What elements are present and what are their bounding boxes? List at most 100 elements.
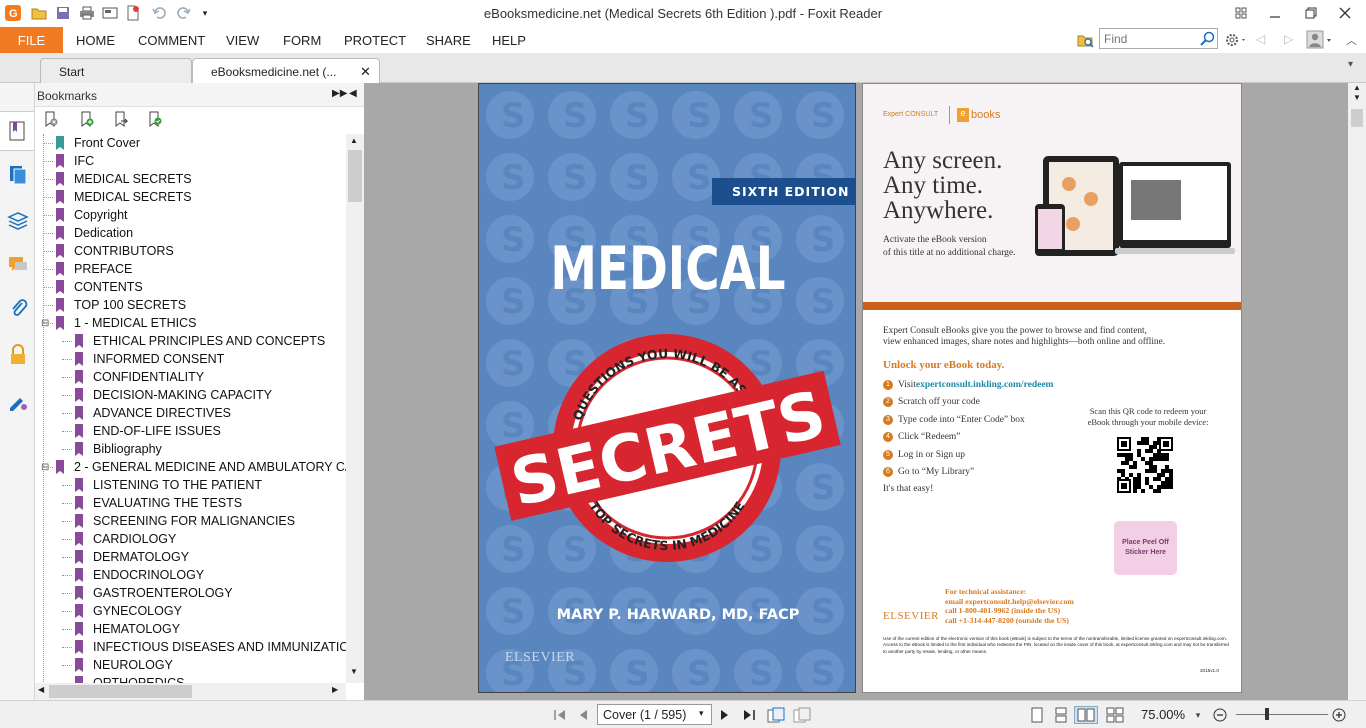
comments-panel-icon[interactable] (6, 253, 30, 277)
tab-document[interactable]: eBooksmedicine.net (... ✕ (192, 58, 380, 83)
bookmark-item[interactable]: CONFIDENTIALITY (74, 368, 204, 386)
menu-protect[interactable]: PROTECT (344, 33, 406, 48)
page-dropdown-icon[interactable]: ▾ (699, 708, 704, 719)
continuous-view-icon[interactable] (1052, 706, 1070, 724)
bookmark-item[interactable]: PREFACE (55, 260, 132, 278)
minimize-button[interactable] (1264, 3, 1286, 23)
close-tab-icon[interactable]: ✕ (360, 64, 371, 80)
zoom-slider-track[interactable] (1236, 714, 1328, 715)
hscroll-thumb[interactable] (49, 685, 192, 698)
menu-home[interactable]: HOME (76, 33, 115, 48)
bookmark-item[interactable]: EVALUATING THE TESTS (74, 494, 242, 512)
menu-comment[interactable]: COMMENT (138, 33, 205, 48)
bookmarks-panel-icon[interactable] (0, 111, 34, 151)
bookmarks-horizontal-scrollbar[interactable]: ◀ ▶ (35, 683, 346, 700)
pages-panel-icon[interactable] (6, 163, 30, 187)
expand-panel-icon[interactable]: ▶▶ (332, 88, 347, 99)
bookmark-item[interactable]: MEDICAL SECRETS (55, 188, 192, 206)
bookmark-item[interactable]: ADVANCE DIRECTIVES (74, 404, 231, 422)
first-page-icon[interactable] (551, 706, 569, 724)
previous-page-icon[interactable] (574, 706, 592, 724)
previous-view-icon[interactable]: ◁ (1256, 32, 1270, 48)
search-folder-icon[interactable] (1077, 31, 1095, 49)
bookmark-item[interactable]: CARDIOLOGY (74, 530, 176, 548)
settings-gear-icon[interactable] (1224, 31, 1248, 49)
document-vertical-scrollbar[interactable]: ▲ ▼ (1348, 83, 1366, 700)
delete-bookmark-icon[interactable] (43, 111, 59, 130)
bookmark-item[interactable]: END-OF-LIFE ISSUES (74, 422, 221, 440)
bookmark-item[interactable]: DECISION-MAKING CAPACITY (74, 386, 272, 404)
continuous-facing-view-icon[interactable] (1104, 706, 1126, 724)
zoom-dropdown-icon[interactable]: ▾ (1189, 706, 1207, 724)
bookmark-item[interactable]: MEDICAL SECRETS (55, 170, 192, 188)
next-page-icon[interactable] (716, 706, 734, 724)
tab-start[interactable]: Start (40, 58, 192, 83)
close-window-button[interactable] (1334, 3, 1356, 23)
layers-panel-icon[interactable] (6, 209, 30, 233)
scroll-down-small-icon[interactable]: ▼ (1353, 93, 1361, 102)
file-menu-button[interactable]: FILE (0, 27, 63, 53)
doc-scroll-thumb[interactable] (1351, 109, 1363, 127)
scroll-up-icon[interactable]: ▲ (350, 136, 358, 145)
bookmark-item[interactable]: HEMATOLOGY (74, 620, 180, 638)
scroll-thumb[interactable] (348, 150, 362, 202)
facing-view-icon[interactable] (1074, 706, 1098, 724)
insert-page-icon[interactable] (767, 706, 785, 724)
bookmark-item[interactable]: ETHICAL PRINCIPLES AND CONCEPTS (74, 332, 325, 350)
bookmark-item[interactable]: CONTENTS (55, 278, 143, 296)
bookmark-item[interactable]: INFORMED CONSENT (74, 350, 224, 368)
document-view[interactable]: S SIXTH EDITION MEDICAL QUESTIONS YOU WI… (364, 83, 1348, 700)
search-icon[interactable] (1200, 31, 1216, 47)
bookmark-item[interactable]: ENDOCRINOLOGY (74, 566, 204, 584)
bookmark-item[interactable]: GYNECOLOGY (74, 602, 182, 620)
bookmark-item[interactable]: Front Cover (55, 134, 140, 152)
ribbon-toggle-icon[interactable] (1230, 3, 1252, 23)
scroll-left-icon[interactable]: ◀ (38, 685, 44, 694)
zoom-level[interactable]: 75.00% (1141, 707, 1185, 722)
menu-view[interactable]: VIEW (226, 33, 259, 48)
bookmark-item[interactable]: Bibliography (74, 440, 162, 458)
menu-form[interactable]: FORM (283, 33, 321, 48)
next-view-icon[interactable]: ▷ (1284, 32, 1298, 48)
bookmark-item[interactable]: Dedication (55, 224, 133, 242)
single-page-view-icon[interactable] (1028, 706, 1046, 724)
attachments-panel-icon[interactable] (6, 297, 30, 321)
bookmark-item[interactable]: DERMATOLOGY (74, 548, 189, 566)
menu-help[interactable]: HELP (492, 33, 526, 48)
extract-page-icon[interactable] (793, 706, 811, 724)
signature-panel-icon[interactable] (6, 389, 30, 413)
bookmarks-vertical-scrollbar[interactable]: ▲ ▼ (346, 134, 364, 683)
tab-list-icon[interactable]: ▾ (1348, 59, 1353, 70)
bookmark-item[interactable]: LISTENING TO THE PATIENT (74, 476, 262, 494)
bookmark-item[interactable]: ⊟ 2 - GENERAL MEDICINE AND AMBULATORY CAR… (41, 458, 346, 476)
bookmark-item[interactable]: CONTRIBUTORS (55, 242, 174, 260)
bookmark-item[interactable]: NEUROLOGY (74, 656, 173, 674)
bookmark-item[interactable]: INFECTIOUS DISEASES AND IMMUNIZATION (74, 638, 346, 656)
page-number-box[interactable]: Cover (1 / 595) ▾ (597, 704, 712, 725)
bookmark-item[interactable]: GASTROENTEROLOGY (74, 584, 233, 602)
bookmark-item[interactable]: SCREENING FOR MALIGNANCIES (74, 512, 295, 530)
collapse-panel-icon[interactable]: ◀ (349, 88, 357, 99)
bookmark-item[interactable]: Copyright (55, 206, 128, 224)
scroll-right-icon[interactable]: ▶ (332, 685, 338, 694)
last-page-icon[interactable] (741, 706, 759, 724)
collapse-ribbon-icon[interactable]: ︿ (1346, 32, 1362, 48)
menu-share[interactable]: SHARE (426, 33, 471, 48)
qr-code (1116, 436, 1174, 494)
scroll-up-icon[interactable]: ▲ (1353, 83, 1361, 92)
security-lock-icon[interactable] (6, 343, 30, 367)
redeem-link[interactable]: expertconsult.inkling.com/redeem (916, 380, 1054, 390)
add-bookmark-icon[interactable] (79, 111, 95, 130)
move-bookmark-icon[interactable] (113, 111, 129, 130)
bookmark-item[interactable]: ⊟ 1 - MEDICAL ETHICS (41, 314, 196, 332)
user-account-icon[interactable] (1306, 30, 1334, 50)
zoom-slider-thumb[interactable] (1265, 708, 1269, 720)
scroll-down-icon[interactable]: ▼ (350, 667, 358, 676)
find-bookmark-icon[interactable] (147, 111, 163, 130)
bookmark-item[interactable]: ORTHOPEDICS (74, 674, 184, 683)
bookmark-item[interactable]: TOP 100 SECRETS (55, 296, 186, 314)
restore-button[interactable] (1300, 3, 1322, 23)
zoom-in-icon[interactable] (1330, 706, 1348, 724)
zoom-out-icon[interactable] (1211, 706, 1229, 724)
bookmark-item[interactable]: IFC (55, 152, 94, 170)
